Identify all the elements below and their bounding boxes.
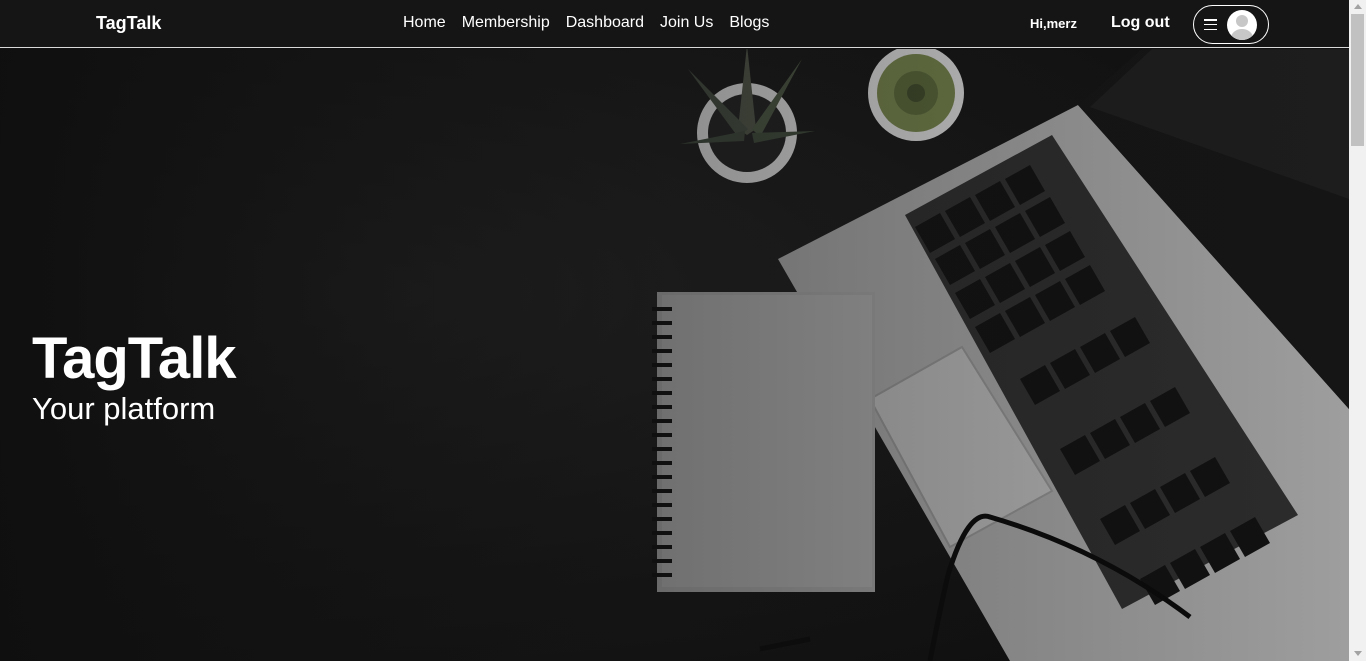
hero-section: TagTalk Your platform xyxy=(0,49,1349,661)
user-greeting: Hi,merz xyxy=(1030,16,1077,31)
logout-button[interactable]: Log out xyxy=(1111,14,1170,32)
brand-logo-link[interactable]: TagTalk xyxy=(96,13,161,34)
nav-link-membership[interactable]: Membership xyxy=(462,14,550,32)
nav-link-dashboard[interactable]: Dashboard xyxy=(566,14,644,32)
nav-link-home[interactable]: Home xyxy=(403,14,446,32)
top-navbar: TagTalk Home Membership Dashboard Join U… xyxy=(0,0,1349,48)
scrollbar-thumb[interactable] xyxy=(1351,14,1364,146)
nav-link-join-us[interactable]: Join Us xyxy=(660,14,713,32)
user-avatar-icon xyxy=(1227,9,1257,40)
vertical-scrollbar[interactable] xyxy=(1349,0,1366,661)
nav-link-blogs[interactable]: Blogs xyxy=(729,14,769,32)
scroll-down-arrow-icon[interactable] xyxy=(1354,651,1362,656)
hamburger-icon xyxy=(1204,19,1217,30)
user-menu-button[interactable] xyxy=(1193,5,1269,44)
scroll-up-arrow-icon[interactable] xyxy=(1354,4,1362,9)
main-nav: Home Membership Dashboard Join Us Blogs xyxy=(403,14,769,32)
hero-title: TagTalk xyxy=(32,326,237,391)
hero-subtitle: Your platform xyxy=(32,391,216,426)
